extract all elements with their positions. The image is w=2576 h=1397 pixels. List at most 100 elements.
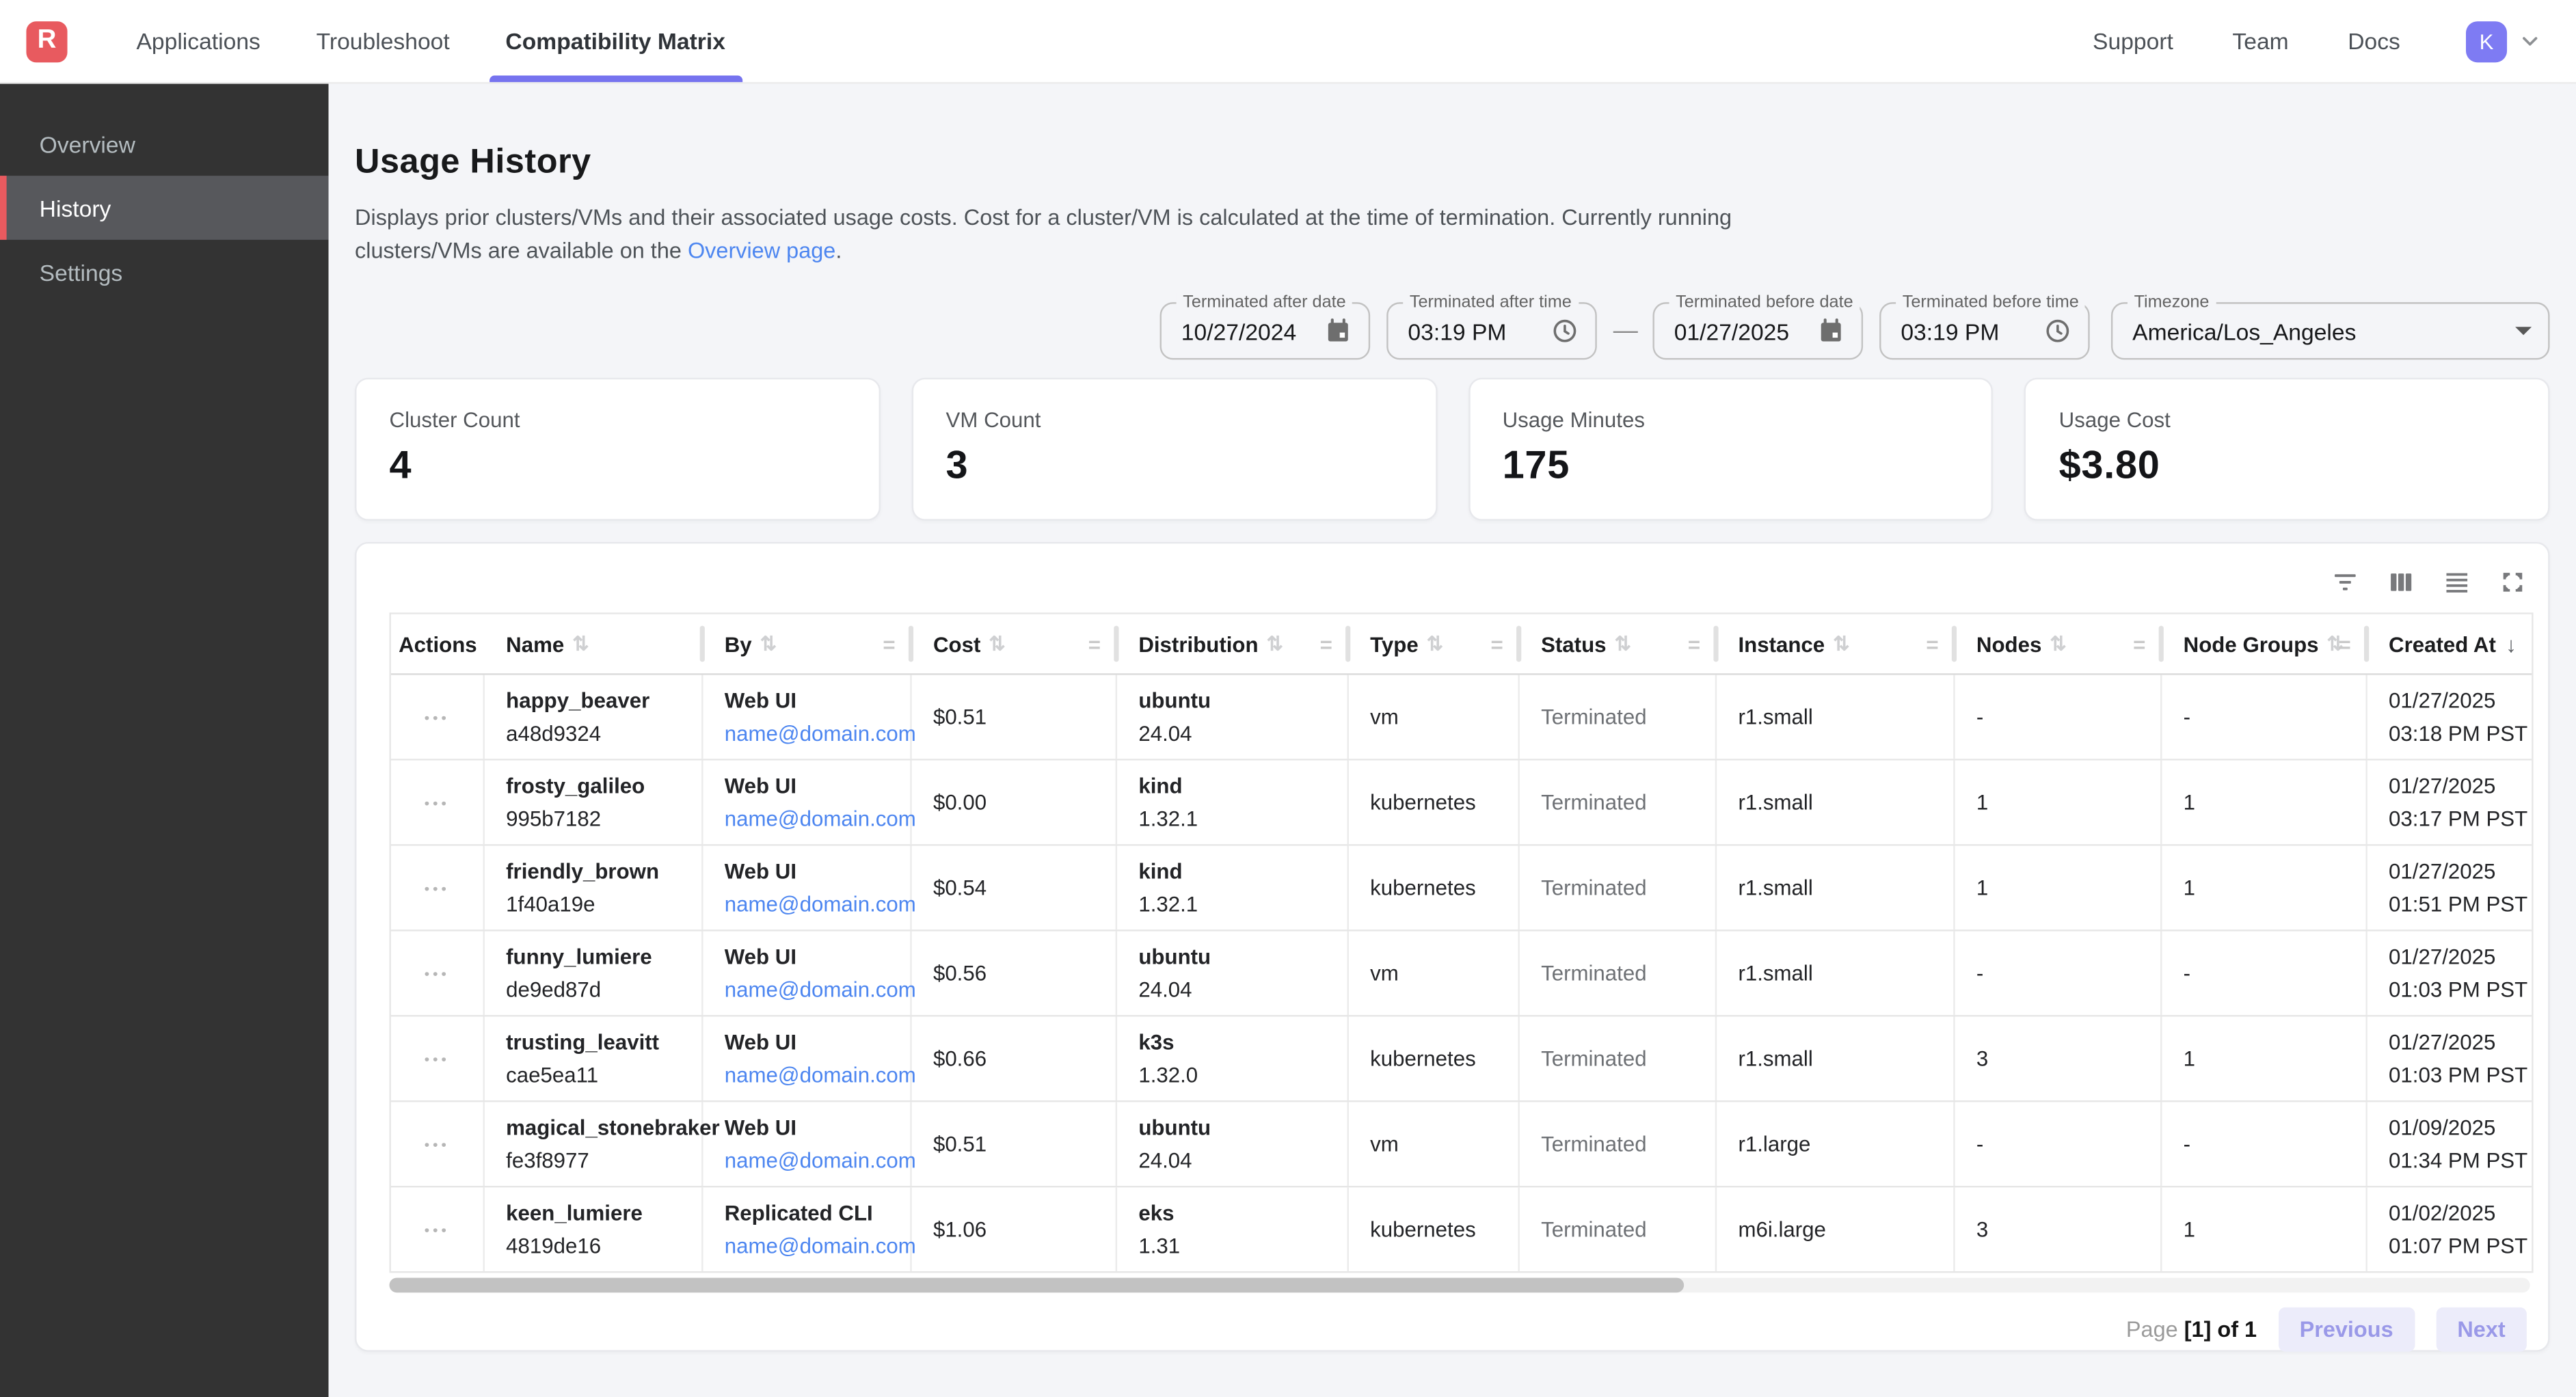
- column-header-cost[interactable]: Cost⇅=: [912, 614, 1117, 674]
- nav-item-applications[interactable]: Applications: [120, 0, 276, 82]
- timezone-select[interactable]: Timezone America/Los_Angeles: [2111, 302, 2550, 360]
- calendar-icon[interactable]: [1324, 317, 1352, 345]
- cell-instance: r1.small: [1717, 761, 1955, 845]
- row-actions-button[interactable]: •••: [391, 1102, 485, 1186]
- scrollbar-thumb[interactable]: [390, 1278, 1685, 1293]
- nav-item-compatibility-matrix[interactable]: Compatibility Matrix: [489, 0, 742, 82]
- account-menu[interactable]: K: [2466, 21, 2543, 62]
- clock-icon[interactable]: [1551, 317, 1579, 345]
- terminated-before-time-label: Terminated before time: [1896, 293, 2085, 312]
- row-actions-button[interactable]: •••: [391, 932, 485, 1016]
- column-header-status[interactable]: Status⇅=: [1520, 614, 1717, 674]
- email-link[interactable]: name@domain.com: [725, 1144, 900, 1177]
- sidebar-item-settings[interactable]: Settings: [0, 240, 329, 304]
- terminated-after-date-input[interactable]: Terminated after date 10/27/2024: [1160, 302, 1371, 360]
- fullscreen-icon[interactable]: [2497, 567, 2527, 596]
- column-menu-icon[interactable]: =: [1491, 632, 1503, 656]
- email-link[interactable]: name@domain.com: [725, 802, 900, 835]
- sidebar-item-overview[interactable]: Overview: [0, 111, 329, 176]
- cluster-id: 4819de16: [506, 1230, 692, 1262]
- column-header-label: Name: [506, 632, 564, 656]
- terminated-after-time-input[interactable]: Terminated after time 03:19 PM: [1386, 302, 1597, 360]
- column-menu-icon[interactable]: =: [1320, 632, 1332, 656]
- column-header-nodes[interactable]: Nodes⇅=: [1955, 614, 2162, 674]
- stat-value: 3: [946, 444, 1402, 489]
- nav-link-docs[interactable]: Docs: [2348, 28, 2400, 54]
- column-menu-icon[interactable]: =: [1688, 632, 1700, 656]
- ellipsis-icon: •••: [425, 1213, 450, 1246]
- column-header-label: Nodes: [1976, 632, 2041, 656]
- column-header-created-at[interactable]: Created At↓: [2367, 614, 2532, 674]
- nav-link-support[interactable]: Support: [2093, 28, 2173, 54]
- nav-item-troubleshoot[interactable]: Troubleshoot: [300, 0, 466, 82]
- stats-row: Cluster Count 4 VM Count 3 Usage Minutes…: [355, 378, 2549, 521]
- sidebar-item-history[interactable]: History: [0, 176, 329, 240]
- stat-card-vm-count: VM Count 3: [911, 378, 1436, 521]
- created-by-source: Web UI: [725, 770, 900, 802]
- previous-page-button[interactable]: Previous: [2278, 1307, 2415, 1351]
- horizontal-scrollbar[interactable]: [390, 1278, 2530, 1293]
- avatar[interactable]: K: [2466, 21, 2507, 62]
- cell-type-value: kubernetes: [1370, 1213, 1508, 1246]
- column-header-label: Node Groups: [2184, 632, 2319, 656]
- cell-type-value: vm: [1370, 1128, 1508, 1161]
- row-actions-button[interactable]: •••: [391, 675, 485, 759]
- stat-value: 4: [390, 444, 846, 489]
- column-menu-icon[interactable]: =: [2339, 632, 2351, 656]
- terminated-before-time-input[interactable]: Terminated before time 03:19 PM: [1879, 302, 2090, 360]
- stat-value: 175: [1503, 444, 1959, 489]
- cell-type-value: kubernetes: [1370, 786, 1508, 819]
- cell-instance-value: r1.small: [1738, 701, 1943, 733]
- calendar-icon[interactable]: [1817, 317, 1845, 345]
- column-header-node-groups[interactable]: Node Groups⇅=: [2162, 614, 2367, 674]
- density-icon[interactable]: [2441, 567, 2471, 596]
- cell-by: Web UIname@domain.com: [703, 846, 912, 930]
- cell-nodes: -: [1955, 675, 2162, 759]
- row-actions-button[interactable]: •••: [391, 1016, 485, 1100]
- cell-cost: $0.51: [912, 675, 1117, 759]
- stat-card-usage-minutes: Usage Minutes 175: [1468, 378, 1993, 521]
- replicated-logo-icon[interactable]: R: [26, 21, 67, 62]
- cell-type: vm: [1349, 675, 1520, 759]
- cell-type: kubernetes: [1349, 761, 1520, 845]
- email-link[interactable]: name@domain.com: [725, 717, 900, 750]
- column-header-label: By: [725, 632, 752, 656]
- overview-page-link[interactable]: Overview page: [688, 238, 835, 262]
- column-menu-icon[interactable]: =: [1088, 632, 1101, 656]
- column-header-instance[interactable]: Instance⇅=: [1717, 614, 1955, 674]
- row-actions-button[interactable]: •••: [391, 761, 485, 845]
- column-header-distribution[interactable]: Distribution⇅=: [1117, 614, 1349, 674]
- cell-nodes-value: -: [1976, 701, 2151, 733]
- email-link[interactable]: name@domain.com: [725, 1059, 900, 1091]
- next-page-button[interactable]: Next: [2436, 1307, 2527, 1351]
- column-header-label: Status: [1541, 632, 1606, 656]
- column-header-type[interactable]: Type⇅=: [1349, 614, 1520, 674]
- column-header-actions[interactable]: Actions: [391, 614, 485, 674]
- app-window: R Applications Troubleshoot Compatibilit…: [0, 0, 2576, 1397]
- cell-status-value: Terminated: [1541, 786, 1705, 819]
- email-link[interactable]: name@domain.com: [725, 888, 900, 921]
- row-actions-button[interactable]: •••: [391, 846, 485, 930]
- clock-icon[interactable]: [2043, 317, 2071, 345]
- row-actions-button[interactable]: •••: [391, 1187, 485, 1271]
- column-menu-icon[interactable]: =: [883, 632, 895, 656]
- column-header-by[interactable]: By⇅=: [703, 614, 912, 674]
- columns-icon[interactable]: [2385, 567, 2415, 596]
- cell-name: funny_lumierede9ed87d: [485, 932, 703, 1016]
- nav-link-team[interactable]: Team: [2232, 28, 2288, 54]
- cell-status: Terminated: [1520, 761, 1717, 845]
- filter-icon[interactable]: [2330, 567, 2359, 596]
- terminated-before-date-input[interactable]: Terminated before date 01/27/2025: [1652, 302, 1863, 360]
- created-date: 01/27/2025: [2389, 855, 2522, 888]
- column-header-name[interactable]: Name⇅: [485, 614, 703, 674]
- email-link[interactable]: name@domain.com: [725, 1230, 900, 1262]
- cell-instance-value: r1.small: [1738, 1042, 1943, 1075]
- ellipsis-icon: •••: [425, 871, 450, 904]
- email-link[interactable]: name@domain.com: [725, 973, 900, 1006]
- distribution-version: 1.32.0: [1138, 1059, 1337, 1091]
- cell-instance: m6i.large: [1717, 1187, 1955, 1271]
- column-menu-icon[interactable]: =: [1926, 632, 1938, 656]
- column-menu-icon[interactable]: =: [2133, 632, 2145, 656]
- cell-cost: $0.56: [912, 932, 1117, 1016]
- created-time: 03:17 PM PST: [2389, 802, 2522, 835]
